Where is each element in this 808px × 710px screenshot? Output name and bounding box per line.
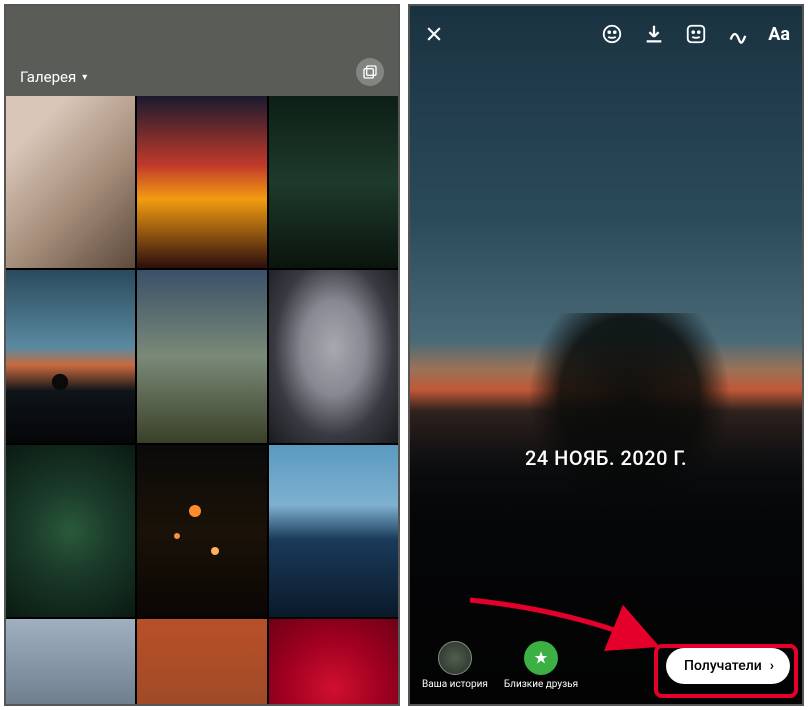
download-button[interactable] (642, 22, 666, 46)
gallery-thumb[interactable] (6, 96, 135, 268)
story-date-label[interactable]: 24 НОЯБ. 2020 Г. (410, 446, 802, 470)
sticker-icon (685, 23, 707, 45)
gallery-picker-screen: Галерея ▾ (4, 4, 400, 706)
gallery-thumb[interactable] (269, 270, 398, 442)
gallery-grid (6, 96, 398, 706)
gallery-thumb[interactable] (6, 619, 135, 706)
gallery-thumb[interactable] (269, 96, 398, 268)
draw-button[interactable] (726, 22, 750, 46)
editor-toolbar: Aa (410, 12, 802, 56)
multi-select-button[interactable] (356, 58, 384, 86)
share-bar: Ваша история Близкие друзья Получатели › (410, 641, 802, 690)
your-story-avatar (438, 641, 472, 675)
close-icon (424, 24, 444, 44)
text-icon: Aa (768, 24, 790, 45)
chevron-right-icon: › (770, 658, 774, 674)
gallery-thumb[interactable] (6, 270, 135, 442)
screenshot-pair: Галерея ▾ (0, 0, 808, 710)
multi-select-icon (362, 64, 378, 80)
editor-tools: Aa (600, 22, 790, 46)
gallery-thumb[interactable] (269, 619, 398, 706)
gallery-header: Галерея ▾ (6, 6, 398, 96)
close-button[interactable] (422, 22, 446, 46)
story-editor-screen: Aa 24 НОЯБ. 2020 Г. Ваша история Близкие… (408, 4, 804, 706)
story-canvas[interactable] (410, 6, 802, 704)
gallery-thumb[interactable] (137, 270, 266, 442)
gallery-thumb[interactable] (6, 445, 135, 617)
face-filter-button[interactable] (600, 22, 624, 46)
gallery-thumb[interactable] (137, 96, 266, 268)
text-button[interactable]: Aa (768, 24, 790, 45)
close-friends-icon (524, 641, 558, 675)
gallery-thumb[interactable] (269, 445, 398, 617)
recipients-label: Получатели (684, 658, 762, 674)
gallery-source-dropdown[interactable]: Галерея ▾ (20, 68, 87, 86)
gallery-thumb[interactable] (137, 445, 266, 617)
face-icon (601, 23, 623, 45)
gallery-thumb[interactable] (137, 619, 266, 706)
your-story-button[interactable]: Ваша история (422, 641, 488, 690)
recipients-button[interactable]: Получатели › (666, 648, 790, 684)
gallery-title-label: Галерея (20, 68, 76, 86)
draw-icon (727, 23, 749, 45)
your-story-label: Ваша история (422, 679, 488, 690)
sticker-button[interactable] (684, 22, 708, 46)
chevron-down-icon: ▾ (82, 72, 87, 83)
star-icon (533, 650, 549, 666)
download-icon (643, 23, 665, 45)
close-friends-button[interactable]: Близкие друзья (504, 641, 578, 690)
close-friends-label: Близкие друзья (504, 679, 578, 690)
